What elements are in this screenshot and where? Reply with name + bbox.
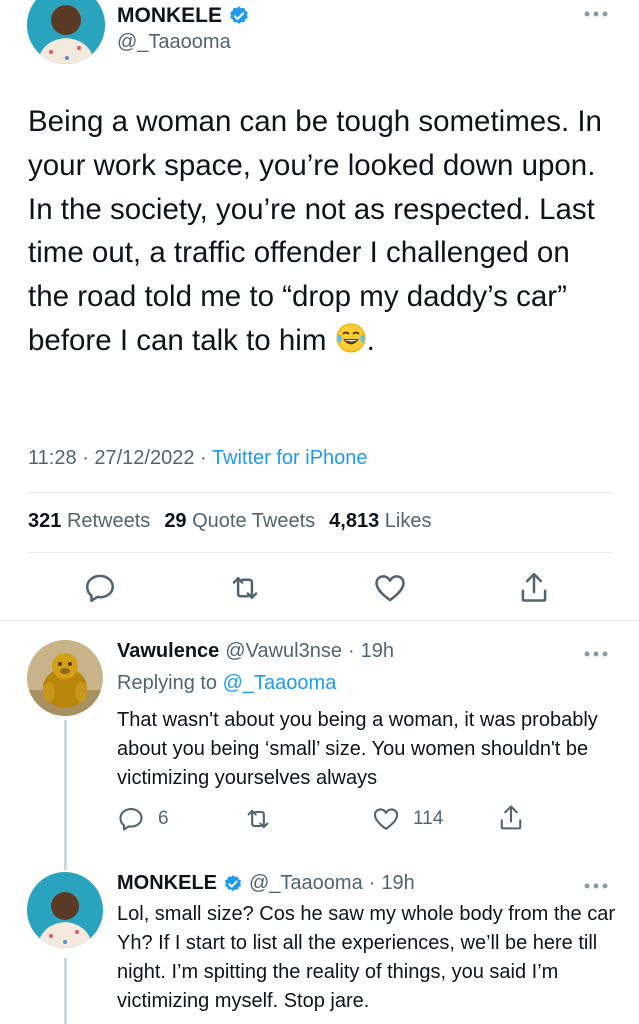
quotes-count: 29 bbox=[164, 510, 187, 532]
reply-time[interactable]: 19h bbox=[381, 872, 414, 895]
laughing-tears-emoji bbox=[335, 322, 367, 367]
reply-avatar[interactable] bbox=[27, 872, 103, 948]
reply-avatar[interactable] bbox=[27, 640, 103, 716]
share-icon[interactable] bbox=[497, 803, 525, 838]
separator: · bbox=[82, 447, 89, 469]
tweet-time[interactable]: 11:28 bbox=[28, 447, 77, 469]
like-icon[interactable] bbox=[371, 805, 401, 838]
reply-author-handle[interactable]: @Vawul3nse bbox=[225, 640, 342, 663]
reply-author-name[interactable]: Vawulence bbox=[117, 640, 219, 663]
reply-text: Lol, small size? Cos he saw my whole bod… bbox=[117, 903, 615, 1012]
more-icon[interactable] bbox=[583, 6, 609, 24]
more-icon[interactable] bbox=[583, 646, 609, 664]
main-tweet: MONKELE @_Taaooma Being a woman can be t… bbox=[0, 0, 639, 620]
likes-label: Likes bbox=[384, 510, 432, 532]
author-handle[interactable]: @_Taaooma bbox=[117, 31, 231, 54]
reply-header: Vawulence @Vawul3nse · 19h bbox=[117, 640, 394, 663]
verified-badge-icon bbox=[225, 874, 241, 891]
quotes-stat[interactable]: 29 Quote Tweets bbox=[164, 510, 315, 533]
tweet-stats: 321 Retweets 29 Quote Tweets 4,813 Likes bbox=[28, 510, 432, 533]
author-name[interactable]: MONKELE bbox=[117, 4, 250, 28]
thread-line bbox=[64, 720, 67, 870]
reply-text: That wasn't about you being a woman, it … bbox=[117, 709, 598, 789]
retweets-label: Retweets bbox=[66, 510, 151, 532]
more-icon[interactable] bbox=[583, 878, 609, 896]
reply-author-name[interactable]: MONKELE bbox=[117, 872, 217, 895]
tweet-date[interactable]: 27/12/2022 bbox=[94, 447, 194, 469]
like-icon[interactable] bbox=[372, 571, 408, 610]
reply-tweet[interactable]: Vawulence @Vawul3nse · 19h Replying to @… bbox=[0, 620, 639, 870]
replying-to: Replying to @_Taaooma bbox=[117, 672, 336, 695]
reply-header: MONKELE @_Taaooma · 19h bbox=[117, 872, 415, 895]
reply-time[interactable]: 19h bbox=[361, 640, 394, 663]
tweet-meta: 11:28 · 27/12/2022 · Twitter for iPhone bbox=[28, 447, 368, 470]
separator: · bbox=[368, 872, 376, 894]
likes-count: 4,813 bbox=[329, 510, 380, 532]
retweets-count: 321 bbox=[28, 510, 62, 532]
tweet-text: Being a woman can be tough sometimes. In… bbox=[28, 100, 618, 367]
reply-icon[interactable] bbox=[117, 805, 145, 838]
reply-icon[interactable] bbox=[83, 571, 117, 610]
reply-author-handle[interactable]: @_Taaooma bbox=[249, 872, 363, 895]
reply-tweet[interactable]: MONKELE @_Taaooma · 19h Lol, small size?… bbox=[0, 850, 639, 1024]
separator: · bbox=[347, 640, 355, 662]
author-name-text[interactable]: MONKELE bbox=[117, 4, 222, 28]
divider bbox=[28, 492, 612, 493]
tweet-source[interactable]: Twitter for iPhone bbox=[212, 447, 368, 469]
likes-stat[interactable]: 4,813 Likes bbox=[329, 510, 431, 533]
tweet-body: Being a woman can be tough sometimes. In… bbox=[28, 105, 602, 357]
like-count: 114 bbox=[413, 808, 444, 829]
divider bbox=[28, 552, 612, 553]
thread-line bbox=[64, 850, 67, 868]
thread-line bbox=[64, 958, 67, 1024]
separator: · bbox=[200, 447, 207, 469]
retweets-stat[interactable]: 321 Retweets bbox=[28, 510, 150, 533]
share-icon[interactable] bbox=[517, 570, 551, 611]
author-avatar[interactable] bbox=[27, 0, 105, 64]
retweet-icon[interactable] bbox=[242, 805, 274, 838]
replying-prefix: Replying to bbox=[117, 672, 218, 694]
replying-handle[interactable]: @_Taaooma bbox=[223, 672, 337, 694]
tweet-end: . bbox=[366, 323, 375, 357]
quotes-label: Quote Tweets bbox=[192, 510, 316, 532]
verified-badge-icon bbox=[230, 6, 248, 24]
reply-count: 6 bbox=[158, 808, 169, 829]
retweet-icon[interactable] bbox=[227, 571, 263, 610]
